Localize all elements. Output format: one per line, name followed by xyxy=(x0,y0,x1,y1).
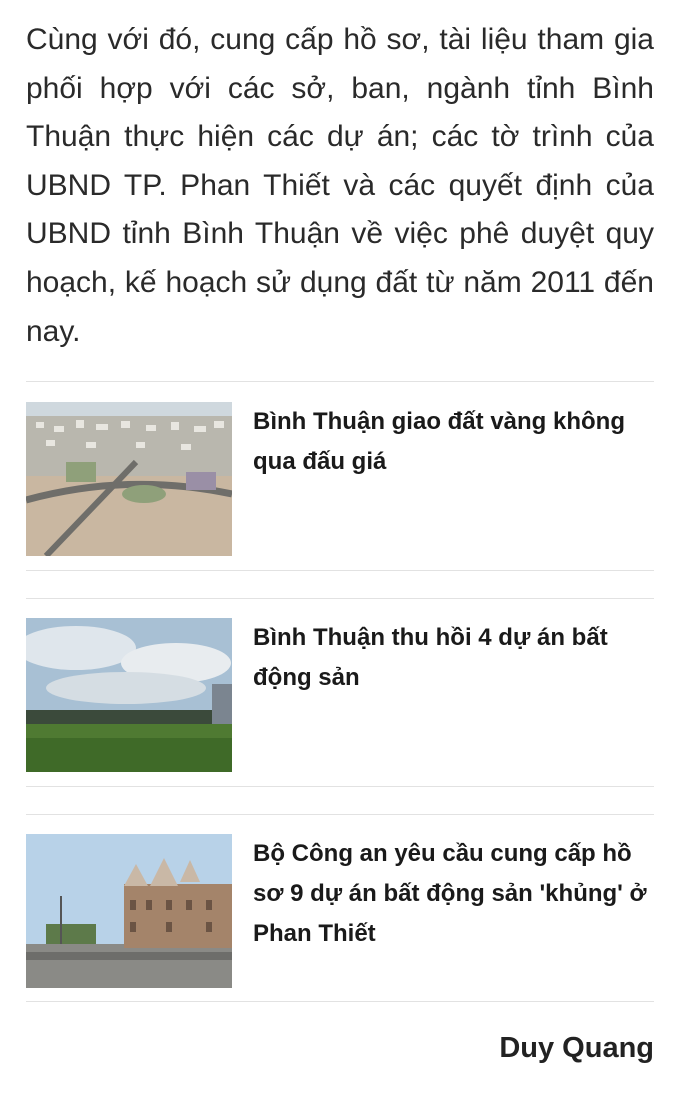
related-article-3[interactable]: Bộ Công an yêu cầu cung cấp hồ sơ 9 dự á… xyxy=(26,834,654,988)
related-title-3[interactable]: Bộ Công an yêu cầu cung cấp hồ sơ 9 dự á… xyxy=(253,834,653,954)
related-thumbnail-aerial-city[interactable] xyxy=(26,402,232,556)
related-article-1[interactable]: Bình Thuận giao đất vàng không qua đấu g… xyxy=(26,402,654,556)
divider xyxy=(26,814,654,815)
divider xyxy=(26,786,654,787)
divider xyxy=(26,570,654,571)
related-title-2[interactable]: Bình Thuận thu hồi 4 dự án bất động sản xyxy=(253,618,653,698)
related-thumbnail-field[interactable] xyxy=(26,618,232,772)
related-title-1[interactable]: Bình Thuận giao đất vàng không qua đấu g… xyxy=(253,402,653,482)
divider xyxy=(26,1001,654,1002)
author-name: Duy Quang xyxy=(499,1032,654,1064)
divider xyxy=(26,381,654,382)
related-thumbnail-castle[interactable] xyxy=(26,834,232,988)
article-paragraph: Cùng với đó, cung cấp hồ sơ, tài liệu th… xyxy=(26,23,654,348)
divider xyxy=(26,598,654,599)
related-article-2[interactable]: Bình Thuận thu hồi 4 dự án bất động sản xyxy=(26,618,654,772)
